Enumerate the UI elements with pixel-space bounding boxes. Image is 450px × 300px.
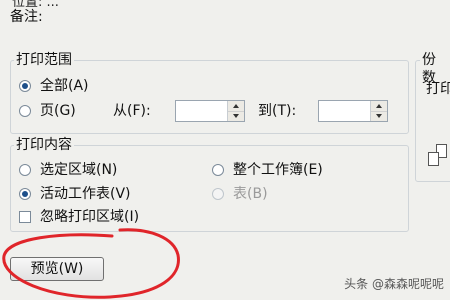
collate-icon [426,144,450,174]
to-spin-down-icon[interactable] [371,111,387,121]
to-spin-buttons [370,101,387,121]
radio-pages-label[interactable]: 页(G) [40,102,76,120]
radio-active-sheet[interactable] [19,188,31,200]
to-page-input[interactable] [318,100,388,122]
radio-table-label[interactable]: 表(B) [233,185,268,203]
from-label: 从(F): [113,103,151,119]
watermark-text: 头条 @森森呢呢呢 [344,277,444,291]
radio-all-label[interactable]: 全部(A) [40,77,89,95]
from-page-input[interactable] [175,100,245,122]
ignore-print-area-label[interactable]: 忽略打印区域(I) [40,208,139,226]
radio-selection-label[interactable]: 选定区域(N) [40,161,117,179]
print-range-legend: 打印范围 [14,51,74,69]
ignore-print-area-checkbox[interactable] [19,211,31,223]
remark-label: 备注: [10,9,43,25]
collate-page-front [428,152,439,166]
from-spin-buttons [227,101,244,121]
from-spin-down-icon[interactable] [228,111,244,121]
radio-all[interactable] [19,80,31,92]
radio-entire-workbook-label[interactable]: 整个工作簿(E) [233,161,323,179]
radio-active-sheet-label[interactable]: 活动工作表(V) [40,185,131,203]
print-range-group [10,60,409,134]
radio-entire-workbook[interactable] [212,164,224,176]
radio-pages[interactable] [19,105,31,117]
to-label: 到(T): [258,103,297,119]
preview-button[interactable]: 预览(W) [10,257,104,281]
copies-count-label: 打印 [426,81,450,97]
radio-table[interactable] [212,188,224,200]
radio-selection[interactable] [19,164,31,176]
print-content-legend: 打印内容 [14,136,74,154]
